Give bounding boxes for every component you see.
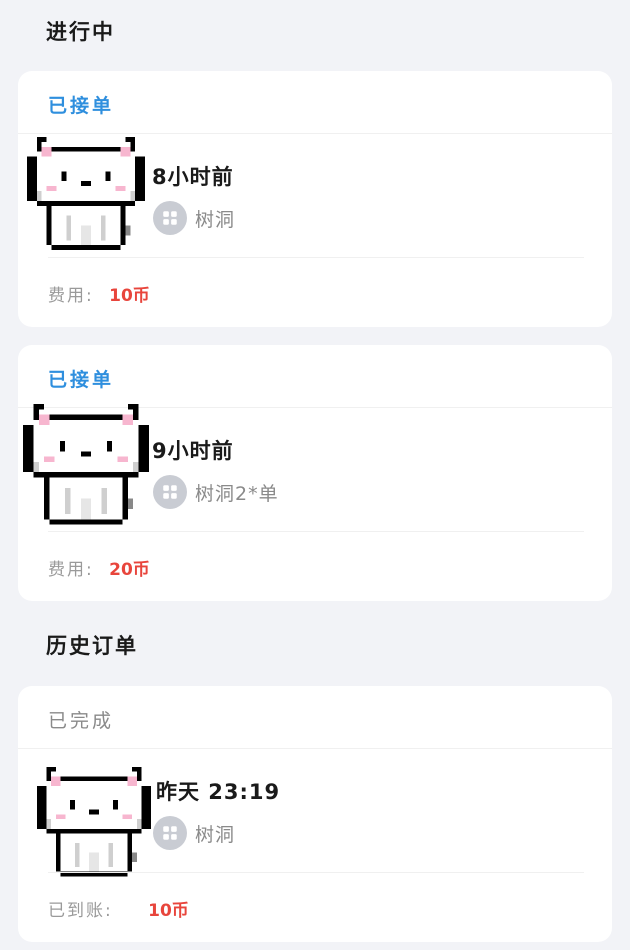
grid-icon <box>153 201 187 235</box>
fee-label: 费用: <box>48 560 94 580</box>
avatar <box>22 129 150 263</box>
section-title-in-progress: 进行中 <box>46 20 115 44</box>
fee-value: 10币 <box>109 286 150 306</box>
fee-row: 费用: 20币 <box>48 555 150 580</box>
order-time: 昨天 23:19 <box>156 780 281 804</box>
history-order-card[interactable]: 已完成 昨天 23:19 树洞 已到账: 10币 <box>18 686 612 942</box>
order-time: 8小时前 <box>152 165 234 189</box>
fee-row: 费用: 10币 <box>48 281 150 306</box>
avatar <box>32 758 156 890</box>
order-status: 已接单 <box>48 369 115 391</box>
divider <box>48 257 584 258</box>
order-service: 树洞2*单 <box>153 475 279 509</box>
fee-label: 费用: <box>48 286 94 306</box>
order-status: 已接单 <box>48 95 115 117</box>
order-status: 已完成 <box>48 710 115 732</box>
order-service: 树洞 <box>153 816 235 850</box>
divider <box>48 531 584 532</box>
avatar <box>18 395 154 539</box>
order-card[interactable]: 已接单 9小时前 树洞2*单 费用: 20币 <box>18 345 612 601</box>
order-card[interactable]: 已接单 8小时前 树洞 费用: 10币 <box>18 71 612 327</box>
fee-value: 20币 <box>109 560 150 580</box>
service-name: 树洞2*单 <box>195 482 279 505</box>
grid-icon <box>153 475 187 509</box>
service-name: 树洞 <box>195 208 236 231</box>
section-title-history: 历史订单 <box>46 634 138 658</box>
fee-row: 已到账: 10币 <box>48 896 189 921</box>
divider <box>48 872 584 873</box>
grid-icon <box>153 816 187 850</box>
service-name: 树洞 <box>195 823 236 846</box>
order-time: 9小时前 <box>152 439 234 463</box>
fee-label: 已到账: <box>48 901 113 921</box>
divider <box>18 748 612 749</box>
order-service: 树洞 <box>153 201 235 235</box>
fee-value: 10币 <box>148 901 189 921</box>
